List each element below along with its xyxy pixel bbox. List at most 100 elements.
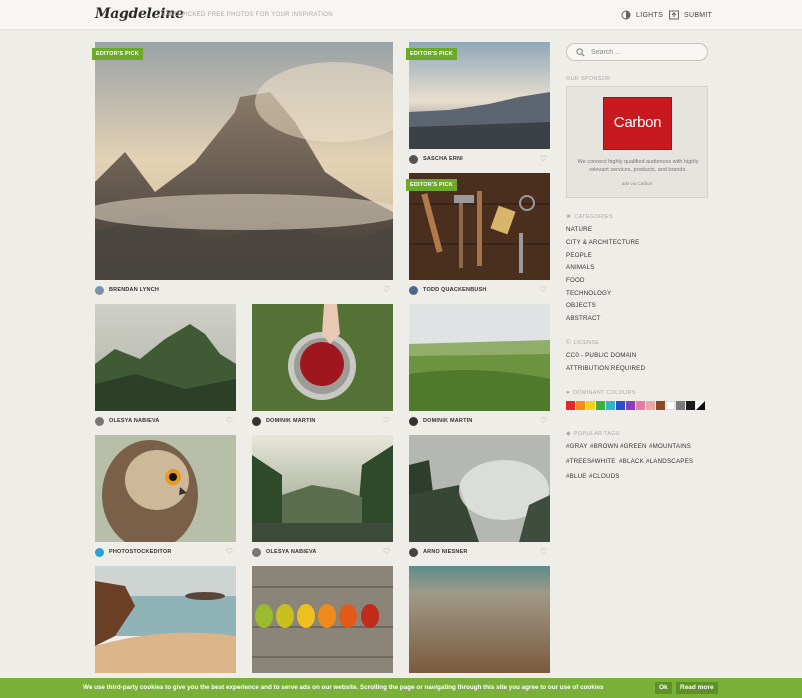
tag-clouds[interactable]: #CLOUDS (589, 473, 620, 480)
photo-card[interactable]: EDITOR'S PICK TODD QUACKENBUSH ♡ (406, 173, 550, 296)
cookie-read-more-button[interactable]: Read more (676, 682, 718, 694)
photo-meta: DOMINIK MARTIN ♡ (409, 416, 550, 426)
author-name[interactable]: DOMINIK MARTIN (266, 418, 316, 424)
category-nature[interactable]: NATURE (566, 226, 592, 233)
license-attribution[interactable]: ATTRIBUTION REQUIRED (566, 365, 645, 372)
author-name[interactable]: PHOTOSTOCKEDITOR (109, 549, 172, 555)
photo-card[interactable]: EDITOR'S PICK BRENDAN LYNCH ♡ (92, 42, 393, 296)
swatch-purple[interactable] (626, 401, 635, 410)
swatch-red[interactable] (566, 401, 575, 410)
tag-brown[interactable]: #BROWN (590, 443, 618, 450)
category-city-architecture[interactable]: CITY & ARCHITECTURE (566, 239, 639, 246)
heart-icon[interactable]: ♡ (540, 548, 547, 556)
avatar[interactable] (409, 285, 418, 295)
photo-card[interactable]: DOMINIK MARTIN ♡ (409, 304, 550, 427)
category-food[interactable]: FOOD (566, 277, 585, 284)
photo-image[interactable] (95, 42, 393, 280)
photo-meta: BRENDAN LYNCH ♡ (95, 285, 393, 295)
swatch-yellow[interactable] (586, 401, 595, 410)
heart-icon[interactable]: ♡ (540, 155, 547, 163)
carbon-logo[interactable]: Carbon (603, 97, 672, 150)
submit-button[interactable]: SUBMIT (669, 10, 712, 20)
swatch-peach[interactable] (646, 401, 655, 410)
tag-trees[interactable]: #TREES (566, 458, 591, 465)
swatch-orange[interactable] (576, 401, 585, 410)
heart-icon[interactable]: ♡ (383, 548, 390, 556)
heart-icon[interactable]: ♡ (226, 548, 233, 556)
photo-card[interactable] (252, 566, 393, 673)
search-box[interactable] (566, 43, 708, 61)
author-name[interactable]: OLESYA NABIEVA (109, 418, 160, 424)
category-animals[interactable]: ANIMALS (566, 264, 595, 271)
author-name[interactable]: TODD QUACKENBUSH (423, 287, 487, 293)
tag-blue[interactable]: #BLUE (566, 473, 587, 480)
photo-card[interactable]: OLESYA NABIEVA ♡ (95, 304, 236, 427)
tag-green[interactable]: #GREEN (620, 443, 647, 450)
photo-image[interactable] (252, 566, 393, 673)
photo-card[interactable]: EDITOR'S PICK SASCHA ERNI ♡ (406, 42, 550, 165)
category-technology[interactable]: TECHNOLOGY (566, 290, 611, 297)
category-abstract[interactable]: ABSTRACT (566, 315, 601, 322)
tag-black[interactable]: #BLACK (619, 458, 644, 465)
swatch-green[interactable] (596, 401, 605, 410)
photo-image[interactable] (409, 435, 550, 542)
avatar[interactable] (95, 416, 104, 426)
heart-icon[interactable]: ♡ (383, 417, 390, 425)
photo-image[interactable] (252, 304, 393, 411)
avatar[interactable] (409, 416, 418, 426)
ads-via-link[interactable]: ads via Carbon (567, 181, 707, 186)
swatch-gray[interactable] (676, 401, 685, 410)
author-name[interactable]: SASCHA ERNI (423, 156, 463, 162)
avatar[interactable] (252, 547, 261, 557)
autumn-leaves-row-icon (252, 566, 393, 673)
swatch-blue[interactable] (616, 401, 625, 410)
lights-toggle[interactable]: LIGHTS (621, 10, 663, 20)
heart-icon[interactable]: ♡ (540, 286, 547, 294)
swatch-black[interactable] (686, 401, 695, 410)
category-objects[interactable]: OBJECTS (566, 302, 596, 309)
swatch-pink[interactable] (636, 401, 645, 410)
avatar[interactable] (252, 416, 261, 426)
author-name[interactable]: ARNO NIESNER (423, 549, 468, 555)
tag-landscapes[interactable]: #LANDSCAPES (646, 458, 693, 465)
photo-image[interactable] (95, 435, 236, 542)
author-name[interactable]: DOMINIK MARTIN (423, 418, 473, 424)
photo-card[interactable]: OLESYA NABIEVA ♡ (252, 435, 393, 558)
photo-image[interactable] (409, 304, 550, 411)
photo-image[interactable] (95, 566, 236, 673)
avatar[interactable] (409, 547, 418, 557)
photo-card[interactable] (95, 566, 236, 673)
swatch-white[interactable] (666, 401, 675, 410)
cookie-ok-button[interactable]: Ok (655, 682, 672, 694)
submit-label: SUBMIT (684, 11, 713, 19)
sponsor-text[interactable]: We connect highly qualified audiences wi… (573, 158, 703, 174)
heart-icon[interactable]: ♡ (226, 417, 233, 425)
photo-image[interactable] (95, 304, 236, 411)
photo-card[interactable]: PHOTOSTOCKEDITOR ♡ (95, 435, 236, 558)
category-people[interactable]: PEOPLE (566, 252, 592, 259)
author-name[interactable]: OLESYA NABIEVA (266, 549, 317, 555)
categories-heading: ❀ CATEGORIES (566, 213, 613, 221)
photo-image[interactable] (409, 566, 550, 673)
heart-icon[interactable]: ♡ (540, 417, 547, 425)
search-input[interactable] (591, 47, 701, 58)
tag-mountains[interactable]: #MOUNTAINS (649, 443, 691, 450)
avatar[interactable] (95, 285, 104, 295)
heart-icon[interactable]: ♡ (383, 286, 390, 294)
swatch-cyan[interactable] (606, 401, 615, 410)
swatch-brown[interactable] (656, 401, 665, 410)
tags-heading: ◆ POPULAR TAGS (566, 430, 620, 438)
avatar[interactable] (95, 547, 104, 557)
photo-image[interactable] (252, 435, 393, 542)
swatch-black-white[interactable] (696, 401, 705, 410)
photo-card[interactable] (409, 566, 550, 673)
photo-card[interactable]: DOMINIK MARTIN ♡ (252, 304, 393, 427)
tag-white[interactable]: #WHITE (591, 458, 616, 465)
photo-card[interactable]: ARNO NIESNER ♡ (409, 435, 550, 558)
tag-gray[interactable]: #GRAY (566, 443, 588, 450)
license-cc0[interactable]: CC0 - PUBLIC DOMAIN (566, 352, 637, 359)
author-name[interactable]: BRENDAN LYNCH (109, 287, 159, 293)
avatar[interactable] (409, 154, 418, 164)
sponsor-ad[interactable]: Carbon We connect highly qualified audie… (566, 86, 708, 198)
site-header: Magdeleine HAND-PICKED FREE PHOTOS FOR Y… (0, 0, 802, 30)
